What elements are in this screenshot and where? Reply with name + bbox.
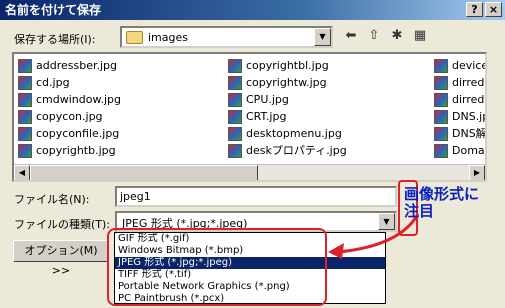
annotation-arrow <box>328 213 420 259</box>
annotation-line-1: 画像形式に <box>404 185 480 203</box>
annotation-text: 画像形式に 注目 <box>404 186 494 220</box>
annotation-line-2: 注目 <box>404 202 435 220</box>
